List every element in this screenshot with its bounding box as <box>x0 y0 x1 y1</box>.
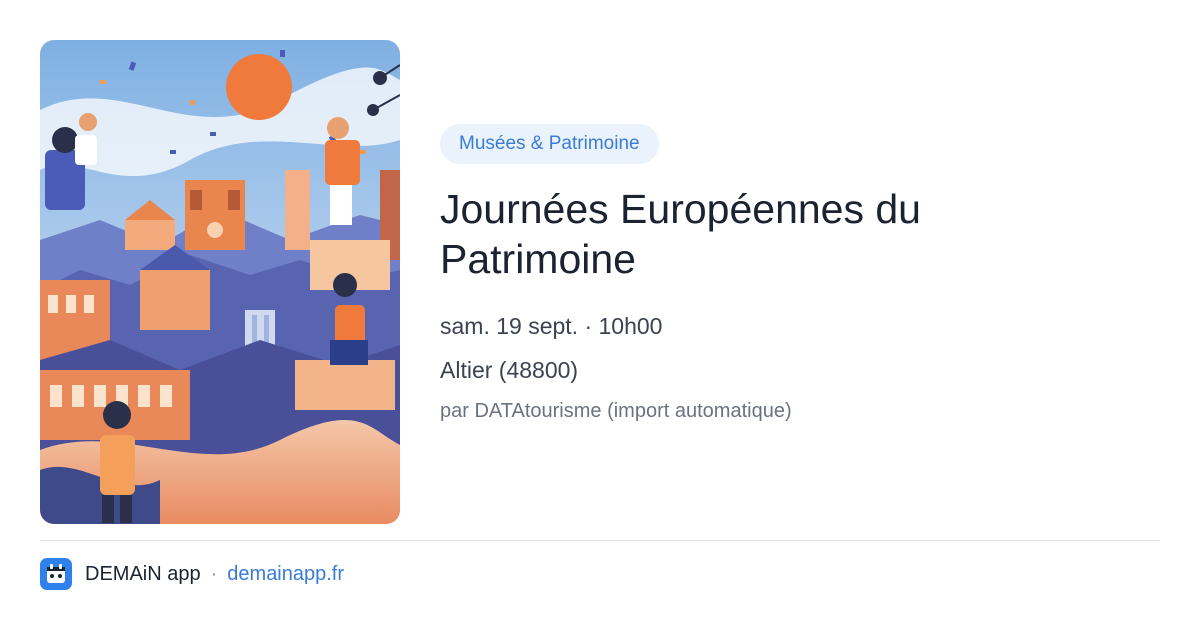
event-location: Altier (48800) <box>440 357 579 383</box>
app-url-link[interactable]: demainapp.fr <box>227 563 344 586</box>
event-info: Musées & Patrimoine Journées Européennes… <box>440 124 1160 424</box>
category-badge[interactable]: Musées & Patrimoine <box>440 124 659 164</box>
event-title: Journées Européennes du Patrimoine <box>440 186 921 282</box>
event-date-time: sam. 19 sept. · 10h00 <box>440 313 663 339</box>
demain-app-logo-icon <box>40 558 72 590</box>
app-name: DEMAiN app <box>85 562 201 585</box>
footer-separator: · <box>210 562 218 585</box>
event-source: par DATAtourisme (import automatique) <box>440 400 792 422</box>
divider <box>40 540 1160 541</box>
footer: DEMAiN app · demainapp.fr <box>40 557 344 591</box>
event-image <box>40 40 400 524</box>
